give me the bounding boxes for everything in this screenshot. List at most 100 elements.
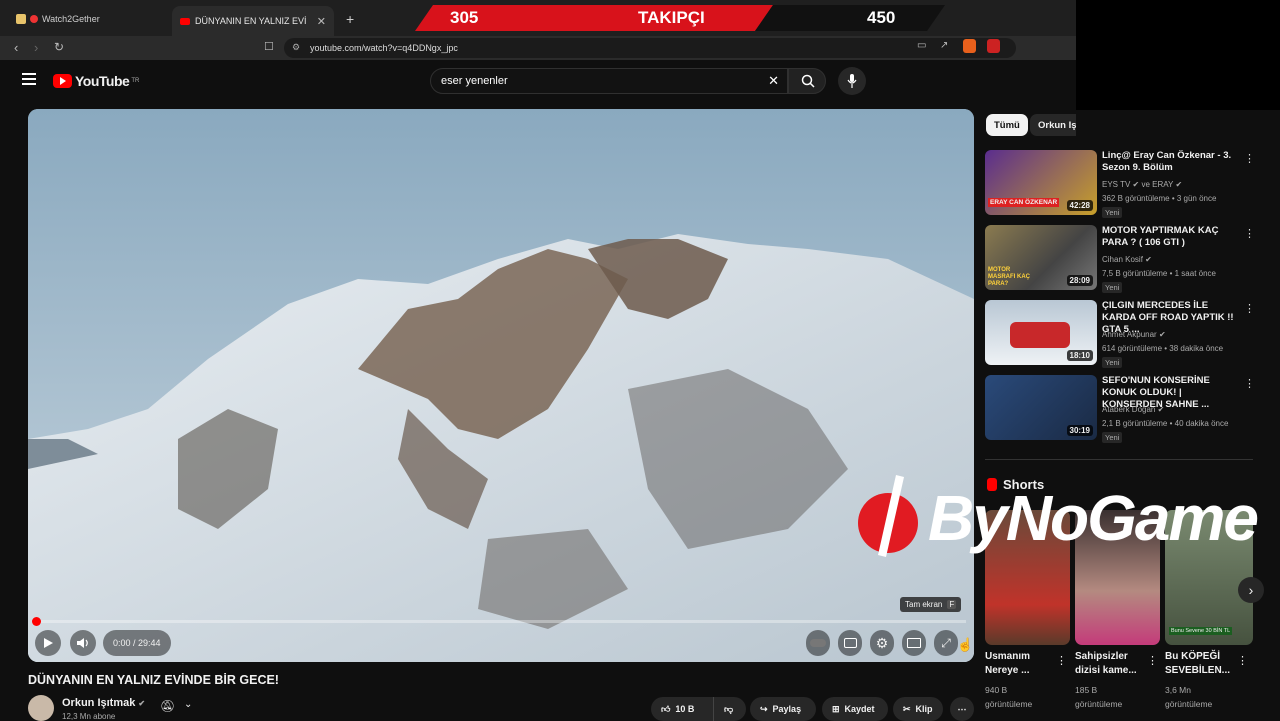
webcam-area bbox=[1076, 0, 1280, 110]
duration-badge: 42:28 bbox=[1066, 200, 1093, 211]
recommended-video[interactable]: 18:10 ÇILGIN MERCEDES İLE KARDA OFF ROAD… bbox=[985, 300, 1255, 368]
short-title[interactable]: Usmanım Nereye ... bbox=[985, 650, 1060, 678]
more-vert-icon[interactable]: ⋮ bbox=[1244, 227, 1255, 240]
more-actions-button[interactable]: ⋯ bbox=[950, 697, 974, 721]
microphone-icon bbox=[847, 74, 857, 88]
tooltip-fullscreen: Tam ekran F bbox=[900, 597, 962, 612]
video-thumbnail[interactable]: MOTOR MASRAFI KAÇ PARA? 28:09 bbox=[985, 225, 1097, 290]
share-icon: ↪ bbox=[760, 703, 768, 714]
search-input[interactable]: eser yenenler ✕ bbox=[430, 68, 788, 94]
video-card-channel[interactable]: Ataberk Doğan ✔ bbox=[1102, 405, 1164, 415]
youtube-logo[interactable]: YouTube TR bbox=[53, 73, 139, 89]
brave-shield-icon[interactable] bbox=[963, 39, 976, 53]
cast-icon[interactable]: ▭ bbox=[917, 40, 926, 51]
more-vert-icon[interactable]: ⋮ bbox=[1237, 654, 1248, 667]
settings-button[interactable]: ⚙ bbox=[870, 630, 894, 656]
video-card-channel[interactable]: EYS TV ✔ ve ERAY ✔ bbox=[1102, 180, 1182, 190]
video-card-meta: 7,5 B görüntüleme • 1 saat önce bbox=[1102, 269, 1216, 278]
theater-mode-button[interactable] bbox=[902, 630, 926, 656]
video-title: DÜNYANIN EN YALNIZ EVİNDE BİR GECE! bbox=[28, 673, 279, 687]
views-unit: görüntüleme bbox=[1165, 699, 1213, 709]
channel-avatar[interactable] bbox=[28, 695, 54, 721]
bynogame-logo-icon bbox=[858, 475, 918, 557]
logo-text: YouTube bbox=[75, 73, 130, 89]
recommended-video[interactable]: 30:19 SEFO'NUN KONSERİNE KONUK OLDUK! | … bbox=[985, 375, 1255, 443]
short-views: 940 B görüntüleme bbox=[985, 683, 1032, 711]
voice-search-button[interactable] bbox=[838, 67, 866, 95]
more-vert-icon[interactable]: ⋮ bbox=[1147, 654, 1158, 667]
bookmark-icon[interactable]: ☐ bbox=[264, 40, 274, 53]
subtitles-button[interactable] bbox=[838, 630, 862, 656]
chip-all[interactable]: Tümü bbox=[986, 114, 1028, 136]
video-card-meta: 614 görüntüleme • 38 dakika önce bbox=[1102, 344, 1224, 353]
save-label: Kaydet bbox=[844, 704, 875, 714]
video-thumbnail[interactable]: ERAY CAN ÖZKENAR 42:28 bbox=[985, 150, 1097, 215]
save-button[interactable]: ⊞ Kaydet bbox=[822, 697, 888, 721]
new-badge: Yeni bbox=[1102, 432, 1123, 443]
more-vert-icon[interactable]: ⋮ bbox=[1244, 302, 1255, 315]
channel-text: EYS TV bbox=[1102, 180, 1131, 189]
url-field[interactable]: ⚙ youtube.com/watch?v=q4DDNgx_jpc bbox=[284, 38, 1016, 58]
chevron-right-icon: › bbox=[1248, 582, 1254, 598]
bynogame-watermark: ByNoGame bbox=[856, 475, 1280, 560]
chevron-down-icon[interactable]: ⌄ bbox=[184, 699, 192, 710]
fullscreen-button[interactable]: ⤢ bbox=[934, 630, 958, 656]
verified-icon: ✔ bbox=[1132, 180, 1140, 189]
shorts-next-button[interactable]: › bbox=[1238, 577, 1264, 603]
brave-rewards-icon[interactable] bbox=[987, 39, 1000, 53]
share-page-icon[interactable]: ↗ bbox=[940, 40, 948, 51]
thumbs-down-icon: 👎︎ bbox=[724, 703, 734, 714]
volume-button[interactable] bbox=[70, 630, 96, 656]
short-title[interactable]: Sahipsizler dizisi kame... bbox=[1075, 650, 1150, 678]
menu-icon[interactable] bbox=[22, 73, 36, 85]
site-info-icon[interactable]: ⚙ bbox=[292, 42, 300, 53]
new-badge: Yeni bbox=[1102, 357, 1123, 368]
save-icon: ⊞ bbox=[832, 703, 840, 714]
video-card-meta: 362 B görüntüleme • 3 gün önce bbox=[1102, 194, 1217, 203]
car-shape bbox=[1010, 322, 1070, 348]
clip-button[interactable]: ✂ Klip bbox=[893, 697, 943, 721]
search-button[interactable] bbox=[788, 68, 826, 94]
duration-badge: 30:19 bbox=[1066, 425, 1093, 436]
progress-scrubber[interactable] bbox=[32, 617, 41, 626]
verified-icon: ✔ bbox=[138, 699, 146, 708]
verified-icon: ✔ bbox=[1158, 330, 1166, 339]
chip-channel[interactable]: Orkun Işı bbox=[1030, 114, 1076, 136]
short-overlay-text: Bunu Sevene 30 BİN TL bbox=[1169, 627, 1233, 635]
url-text: youtube.com/watch?v=q4DDNgx_jpc bbox=[310, 43, 458, 53]
video-player[interactable] bbox=[28, 109, 974, 662]
video-card-channel[interactable]: Ahmet Akpunar ✔ bbox=[1102, 330, 1166, 340]
video-thumbnail[interactable]: 30:19 bbox=[985, 375, 1097, 440]
reload-icon[interactable]: ↻ bbox=[54, 40, 64, 54]
channel-name[interactable]: Orkun Işıtmak ✔ bbox=[62, 697, 145, 709]
autoplay-toggle[interactable] bbox=[806, 630, 830, 656]
follower-band-dark bbox=[755, 5, 945, 31]
recommended-video[interactable]: MOTOR MASRAFI KAÇ PARA? 28:09 MOTOR YAPT… bbox=[985, 225, 1255, 293]
thumb-caption: ERAY CAN ÖZKENAR bbox=[988, 198, 1060, 207]
channel2-text: ve ERAY bbox=[1141, 180, 1174, 189]
play-button[interactable] bbox=[35, 630, 61, 656]
search-icon bbox=[801, 74, 815, 88]
forward-icon[interactable]: › bbox=[34, 40, 38, 55]
mouse-cursor-icon: ☝ bbox=[957, 637, 974, 652]
short-title[interactable]: Bu KÖPEĞİ SEVEBİLEN... bbox=[1165, 650, 1240, 678]
more-vert-icon[interactable]: ⋮ bbox=[1056, 654, 1067, 667]
short-views: 185 B görüntüleme bbox=[1075, 683, 1122, 711]
theater-icon bbox=[907, 638, 921, 648]
video-card-channel[interactable]: Cihan Kosif ✔ bbox=[1102, 255, 1152, 265]
short-views: 3,6 Mn görüntüleme bbox=[1165, 683, 1212, 711]
clear-search-icon[interactable]: ✕ bbox=[768, 73, 779, 89]
video-card-title[interactable]: Linç@ Eray Can Özkenar - 3. Sezon 9. Böl… bbox=[1102, 150, 1242, 174]
like-button[interactable]: 👍︎ 10 B bbox=[651, 697, 713, 721]
notification-bell-icon[interactable]: 🔕︎ bbox=[160, 699, 175, 713]
recommended-video[interactable]: ERAY CAN ÖZKENAR 42:28 Linç@ Eray Can Öz… bbox=[985, 150, 1255, 218]
video-thumbnail[interactable]: 18:10 bbox=[985, 300, 1097, 365]
share-button[interactable]: ↪ Paylaş bbox=[750, 697, 816, 721]
more-vert-icon[interactable]: ⋮ bbox=[1244, 152, 1255, 165]
progress-bar[interactable] bbox=[32, 617, 966, 626]
video-card-title[interactable]: MOTOR YAPTIRMAK KAÇ PARA ? ( 106 GTI ) bbox=[1102, 225, 1242, 249]
verified-icon: ✔ bbox=[1175, 180, 1183, 189]
back-icon[interactable]: ‹ bbox=[14, 40, 18, 55]
more-vert-icon[interactable]: ⋮ bbox=[1244, 377, 1255, 390]
dislike-button[interactable]: 👎︎ bbox=[713, 697, 746, 721]
